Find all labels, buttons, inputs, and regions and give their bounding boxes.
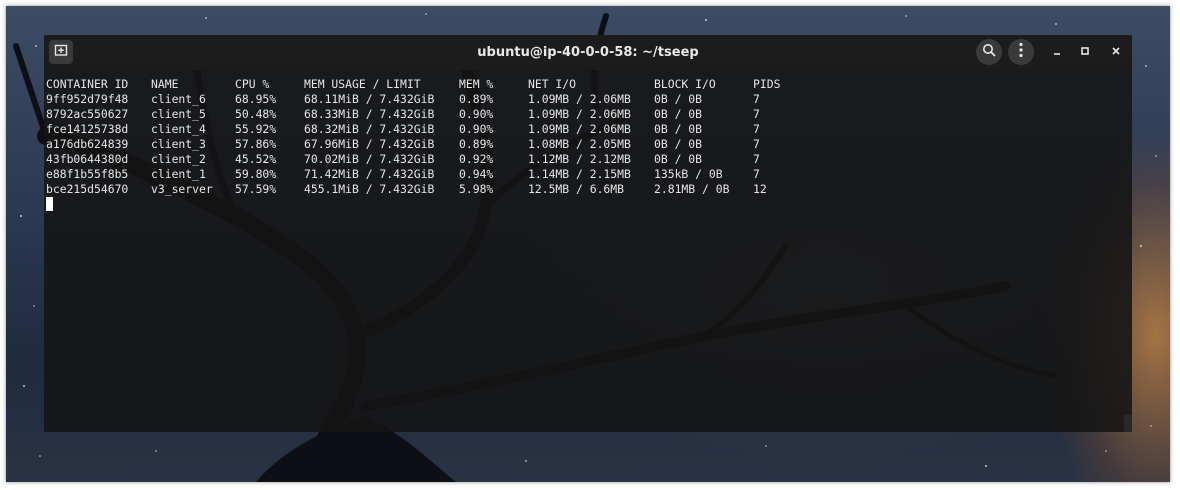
table-row: fce14125738d client_4 55.92% 68.32MiB / … xyxy=(46,122,760,137)
pids: 7 xyxy=(753,92,760,106)
header-cpu: CPU % xyxy=(235,77,270,91)
net-io: 1.09MB / 2.06MB xyxy=(528,107,631,121)
mem-usage: 67.96MiB / 7.432GiB xyxy=(304,137,435,151)
container-id: fce14125738d xyxy=(46,122,129,136)
net-io: 1.14MB / 2.15MB xyxy=(528,167,631,181)
table-row: a176db624839 client_3 57.86% 67.96MiB / … xyxy=(46,137,760,152)
mem-usage: 68.11MiB / 7.432GiB xyxy=(304,92,435,106)
table-row: e88f1b55f8b5 client_1 59.80% 71.42MiB / … xyxy=(46,167,760,182)
minimize-button[interactable] xyxy=(1046,41,1068,63)
terminal-window[interactable]: ubuntu@ip-40-0-0-58: ~/tseep CONTAINER I… xyxy=(44,35,1132,432)
net-io: 12.5MB / 6.6MB xyxy=(528,182,625,196)
container-name: v3_server xyxy=(151,182,213,196)
mem-percent: 0.90% xyxy=(459,122,494,136)
header-container-id: CONTAINER ID xyxy=(46,77,129,91)
cpu-percent: 68.95% xyxy=(235,92,277,106)
header-net-io: NET I/O xyxy=(528,77,577,91)
net-io: 1.09MB / 2.06MB xyxy=(528,122,631,136)
mem-usage: 70.02MiB / 7.432GiB xyxy=(304,152,435,166)
net-io: 1.08MB / 2.05MB xyxy=(528,137,631,151)
pids: 7 xyxy=(753,107,760,121)
block-io: 135kB / 0B xyxy=(654,167,723,181)
search-button[interactable] xyxy=(976,39,1002,65)
maximize-button[interactable] xyxy=(1074,41,1096,63)
block-io: 0B / 0B xyxy=(654,122,703,136)
cpu-percent: 57.86% xyxy=(235,137,277,151)
table-row: 43fb0644380d client_2 45.52% 70.02MiB / … xyxy=(46,152,760,167)
cpu-percent: 45.52% xyxy=(235,152,277,166)
mem-percent: 0.90% xyxy=(459,107,494,121)
pids: 12 xyxy=(753,182,767,196)
container-name: client_1 xyxy=(151,167,206,181)
header-mem-percent: MEM % xyxy=(459,77,494,91)
block-io: 0B / 0B xyxy=(654,152,703,166)
mem-percent: 0.89% xyxy=(459,137,494,151)
header-block-io: BLOCK I/O xyxy=(654,77,716,91)
maximize-icon xyxy=(1080,45,1090,60)
mem-usage: 71.42MiB / 7.432GiB xyxy=(304,167,435,181)
block-io: 0B / 0B xyxy=(654,137,703,151)
menu-button[interactable] xyxy=(1008,39,1034,65)
docker-stats-output: CONTAINER ID NAME CPU % MEM USAGE / LIMI… xyxy=(46,77,780,197)
net-io: 1.09MB / 2.06MB xyxy=(528,92,631,106)
container-id: a176db624839 xyxy=(46,137,129,151)
desktop-screenshot: ubuntu@ip-40-0-0-58: ~/tseep CONTAINER I… xyxy=(6,6,1170,482)
container-name: client_4 xyxy=(151,122,206,136)
mem-percent: 0.94% xyxy=(459,167,494,181)
container-name: client_2 xyxy=(151,152,206,166)
container-id: 8792ac550627 xyxy=(46,107,129,121)
pids: 7 xyxy=(753,167,760,181)
scrollbar[interactable] xyxy=(1124,415,1132,432)
pids: 7 xyxy=(753,137,760,151)
container-name: client_6 xyxy=(151,92,206,106)
window-title: ubuntu@ip-40-0-0-58: ~/tseep xyxy=(477,45,699,60)
terminal-titlebar[interactable]: ubuntu@ip-40-0-0-58: ~/tseep xyxy=(44,35,1132,70)
container-name: client_3 xyxy=(151,137,206,151)
search-icon xyxy=(982,43,996,62)
mem-usage: 68.33MiB / 7.432GiB xyxy=(304,107,435,121)
header-name: NAME xyxy=(151,77,179,91)
net-io: 1.12MB / 2.12MB xyxy=(528,152,631,166)
pids: 7 xyxy=(753,122,760,136)
kebab-menu-icon xyxy=(1018,42,1024,63)
cpu-percent: 57.59% xyxy=(235,182,277,196)
container-id: 9ff952d79f48 xyxy=(46,92,129,106)
block-io: 0B / 0B xyxy=(654,107,703,121)
minimize-icon xyxy=(1052,45,1062,60)
cpu-percent: 50.48% xyxy=(235,107,277,121)
block-io: 0B / 0B xyxy=(654,92,703,106)
container-id: 43fb0644380d xyxy=(46,152,129,166)
stats-header-row: CONTAINER ID NAME CPU % MEM USAGE / LIMI… xyxy=(46,77,780,92)
mem-percent: 0.89% xyxy=(459,92,494,106)
table-row: 9ff952d79f48 client_6 68.95% 68.11MiB / … xyxy=(46,92,760,107)
table-row: 8792ac550627 client_5 50.48% 68.33MiB / … xyxy=(46,107,760,122)
pids: 7 xyxy=(753,152,760,166)
table-row: bce215d54670 v3_server 57.59% 455.1MiB /… xyxy=(46,182,767,197)
header-pids: PIDS xyxy=(753,77,781,91)
mem-usage: 455.1MiB / 7.432GiB xyxy=(304,182,435,196)
close-icon xyxy=(1111,45,1121,60)
header-mem-usage: MEM USAGE / LIMIT xyxy=(304,77,421,91)
container-name: client_5 xyxy=(151,107,206,121)
mem-usage: 68.32MiB / 7.432GiB xyxy=(304,122,435,136)
mem-percent: 0.92% xyxy=(459,152,494,166)
mem-percent: 5.98% xyxy=(459,182,494,196)
close-button[interactable] xyxy=(1105,41,1127,63)
block-io: 2.81MB / 0B xyxy=(654,182,730,196)
container-id: e88f1b55f8b5 xyxy=(46,167,129,181)
container-id: bce215d54670 xyxy=(46,182,129,196)
cpu-percent: 59.80% xyxy=(235,167,277,181)
cpu-percent: 55.92% xyxy=(235,122,277,136)
terminal-cursor xyxy=(46,197,53,211)
